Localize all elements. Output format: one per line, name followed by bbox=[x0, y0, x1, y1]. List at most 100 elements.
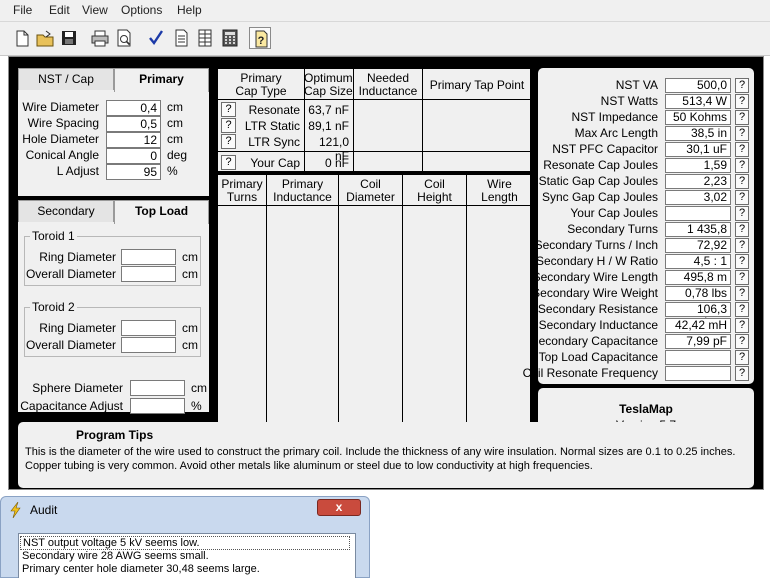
wire-length-header: Wire Length bbox=[481, 177, 518, 204]
coil-diameter-header: Coil Diameter bbox=[346, 177, 395, 204]
max-arc-length-label: Max Arc Length bbox=[574, 126, 658, 140]
sync-gap-cap-joules-label: Sync Gap Cap Joules bbox=[541, 190, 658, 204]
coil-resonate-frequency-label: Coil Resonate Frequency bbox=[522, 366, 658, 380]
tab-secondary[interactable]: Secondary bbox=[18, 200, 114, 222]
nst-impedance-help-button[interactable]: ? bbox=[735, 110, 749, 125]
top-load-capacitance-help-button[interactable]: ? bbox=[735, 350, 749, 365]
toroid-1-ring-diameter-label: Ring Diameter bbox=[39, 250, 116, 264]
secondary-inductance-label: Secondary Inductance bbox=[538, 318, 658, 332]
secondary-resistance-help-button[interactable]: ? bbox=[735, 302, 749, 317]
menu-help[interactable]: Help bbox=[177, 3, 202, 17]
turns-table-divider bbox=[338, 175, 339, 429]
top-load-panel: Secondary Top Load Toroid 1 Ring Diamete… bbox=[18, 200, 209, 414]
nst-watts-label: NST Watts bbox=[600, 94, 658, 108]
max-arc-length-value: 38,5 in bbox=[665, 126, 731, 141]
secondary-hw-ratio-help-button[interactable]: ? bbox=[735, 254, 749, 269]
open-folder-icon[interactable] bbox=[34, 27, 56, 49]
toroid-2-group: Toroid 2 Ring Diameter cm Overall Diamet… bbox=[24, 300, 201, 357]
audit-title: Audit bbox=[30, 503, 58, 517]
static-gap-cap-joules-help-button[interactable]: ? bbox=[735, 174, 749, 189]
toroid-2-ring-diameter-input[interactable] bbox=[121, 320, 176, 336]
menu-options[interactable]: Options bbox=[121, 3, 162, 17]
toroid-2-overall-diameter-label: Overall Diameter bbox=[25, 338, 116, 352]
help-icon[interactable]: ? bbox=[249, 27, 271, 49]
wire-diameter-input[interactable]: 0,4 bbox=[106, 100, 161, 116]
conical-angle-input[interactable]: 0 bbox=[106, 148, 161, 164]
wire-diameter-label: Wire Diameter bbox=[22, 100, 99, 114]
menu-view[interactable]: View bbox=[82, 3, 108, 17]
tab-nst-cap[interactable]: NST / Cap bbox=[18, 68, 114, 90]
toroid-1-group: Toroid 1 Ring Diameter cm Overall Diamet… bbox=[24, 229, 201, 286]
cap-table-divider bbox=[218, 151, 532, 152]
toroid-1-overall-diameter-input[interactable] bbox=[121, 266, 176, 282]
capacitance-adjust-input[interactable] bbox=[130, 398, 185, 414]
toroid-2-overall-unit: cm bbox=[182, 338, 198, 352]
secondary-turns-help-button[interactable]: ? bbox=[735, 222, 749, 237]
menu-edit[interactable]: Edit bbox=[49, 3, 70, 17]
wire-diameter-unit: cm bbox=[167, 100, 183, 114]
secondary-turns-per-inch-help-button[interactable]: ? bbox=[735, 238, 749, 253]
new-file-icon[interactable] bbox=[11, 27, 33, 49]
coil-resonate-frequency-value bbox=[665, 366, 731, 381]
audit-list: NST output voltage 5 kV seems low. Secon… bbox=[18, 533, 356, 578]
spreadsheet-icon[interactable] bbox=[194, 27, 216, 49]
menu-file[interactable]: File bbox=[13, 3, 32, 17]
ltr-static-help-button[interactable]: ? bbox=[221, 118, 236, 133]
checkmark-icon[interactable] bbox=[145, 27, 167, 49]
wire-spacing-unit: cm bbox=[167, 116, 183, 130]
save-disk-icon[interactable] bbox=[58, 27, 80, 49]
toroid-2-overall-diameter-input[interactable] bbox=[121, 337, 176, 353]
secondary-capacitance-help-button[interactable]: ? bbox=[735, 334, 749, 349]
main-frame: NST / Cap Primary Wire Diameter 0,4 cm W… bbox=[8, 56, 764, 490]
secondary-wire-length-value: 495,8 m bbox=[665, 270, 731, 285]
close-button[interactable]: x bbox=[317, 499, 361, 516]
your-cap-help-button[interactable]: ? bbox=[221, 155, 236, 170]
hole-diameter-input[interactable]: 12 bbox=[106, 132, 161, 148]
secondary-resistance-label: Secondary Resistance bbox=[537, 302, 658, 316]
calculator-icon[interactable] bbox=[219, 27, 241, 49]
audit-line[interactable]: Primary center hole diameter 30,48 seems… bbox=[22, 563, 260, 575]
app-name: TeslaMap bbox=[619, 402, 673, 416]
sync-gap-cap-joules-value: 3,02 bbox=[665, 190, 731, 205]
l-adjust-label: L Adjust bbox=[56, 164, 99, 178]
nst-va-help-button[interactable]: ? bbox=[735, 78, 749, 93]
wire-spacing-input[interactable]: 0,5 bbox=[106, 116, 161, 132]
l-adjust-input[interactable]: 95 bbox=[106, 164, 161, 180]
sphere-diameter-input[interactable] bbox=[130, 380, 185, 396]
secondary-wire-length-help-button[interactable]: ? bbox=[735, 270, 749, 285]
ltr-sync-help-button[interactable]: ? bbox=[221, 134, 236, 149]
cap-type-resonate: Resonate bbox=[248, 103, 300, 117]
resonate-cap-joules-help-button[interactable]: ? bbox=[735, 158, 749, 173]
cap-size-resonate: 63,7 nF bbox=[308, 103, 349, 117]
svg-text:?: ? bbox=[258, 35, 265, 47]
nst-pfc-capacitor-label: NST PFC Capacitor bbox=[552, 142, 658, 156]
secondary-turns-value: 1 435,8 bbox=[665, 222, 731, 237]
print-icon[interactable] bbox=[89, 27, 111, 49]
lightning-icon bbox=[9, 501, 23, 519]
resonate-help-button[interactable]: ? bbox=[221, 102, 236, 117]
primary-inductance-header: Primary Inductance bbox=[273, 177, 332, 204]
max-arc-length-help-button[interactable]: ? bbox=[735, 126, 749, 141]
cap-table-divider bbox=[218, 99, 532, 100]
tab-primary[interactable]: Primary bbox=[114, 68, 209, 92]
print-preview-icon[interactable] bbox=[113, 27, 135, 49]
nst-impedance-value: 50 Kohms bbox=[665, 110, 731, 125]
cap-size-ltr-static: 89,1 nF bbox=[308, 119, 349, 133]
your-cap-joules-help-button[interactable]: ? bbox=[735, 206, 749, 221]
menu-bar: File Edit View Options Help bbox=[0, 0, 770, 22]
secondary-inductance-help-button[interactable]: ? bbox=[735, 318, 749, 333]
audit-line[interactable]: Secondary wire 28 AWG seems small. bbox=[22, 550, 209, 562]
audit-window: Audit x NST output voltage 5 kV seems lo… bbox=[0, 496, 370, 578]
sync-gap-cap-joules-help-button[interactable]: ? bbox=[735, 190, 749, 205]
audit-line[interactable]: NST output voltage 5 kV seems low. bbox=[20, 536, 350, 550]
coil-resonate-frequency-help-button[interactable]: ? bbox=[735, 366, 749, 381]
toolbar: ? bbox=[0, 22, 770, 56]
nst-pfc-capacitor-help-button[interactable]: ? bbox=[735, 142, 749, 157]
nst-watts-help-button[interactable]: ? bbox=[735, 94, 749, 109]
document-icon[interactable] bbox=[170, 27, 192, 49]
toroid-1-title: Toroid 1 bbox=[30, 229, 77, 243]
your-cap-joules-value bbox=[665, 206, 731, 221]
tab-top-load[interactable]: Top Load bbox=[114, 200, 209, 224]
toroid-1-ring-diameter-input[interactable] bbox=[121, 249, 176, 265]
secondary-wire-weight-help-button[interactable]: ? bbox=[735, 286, 749, 301]
